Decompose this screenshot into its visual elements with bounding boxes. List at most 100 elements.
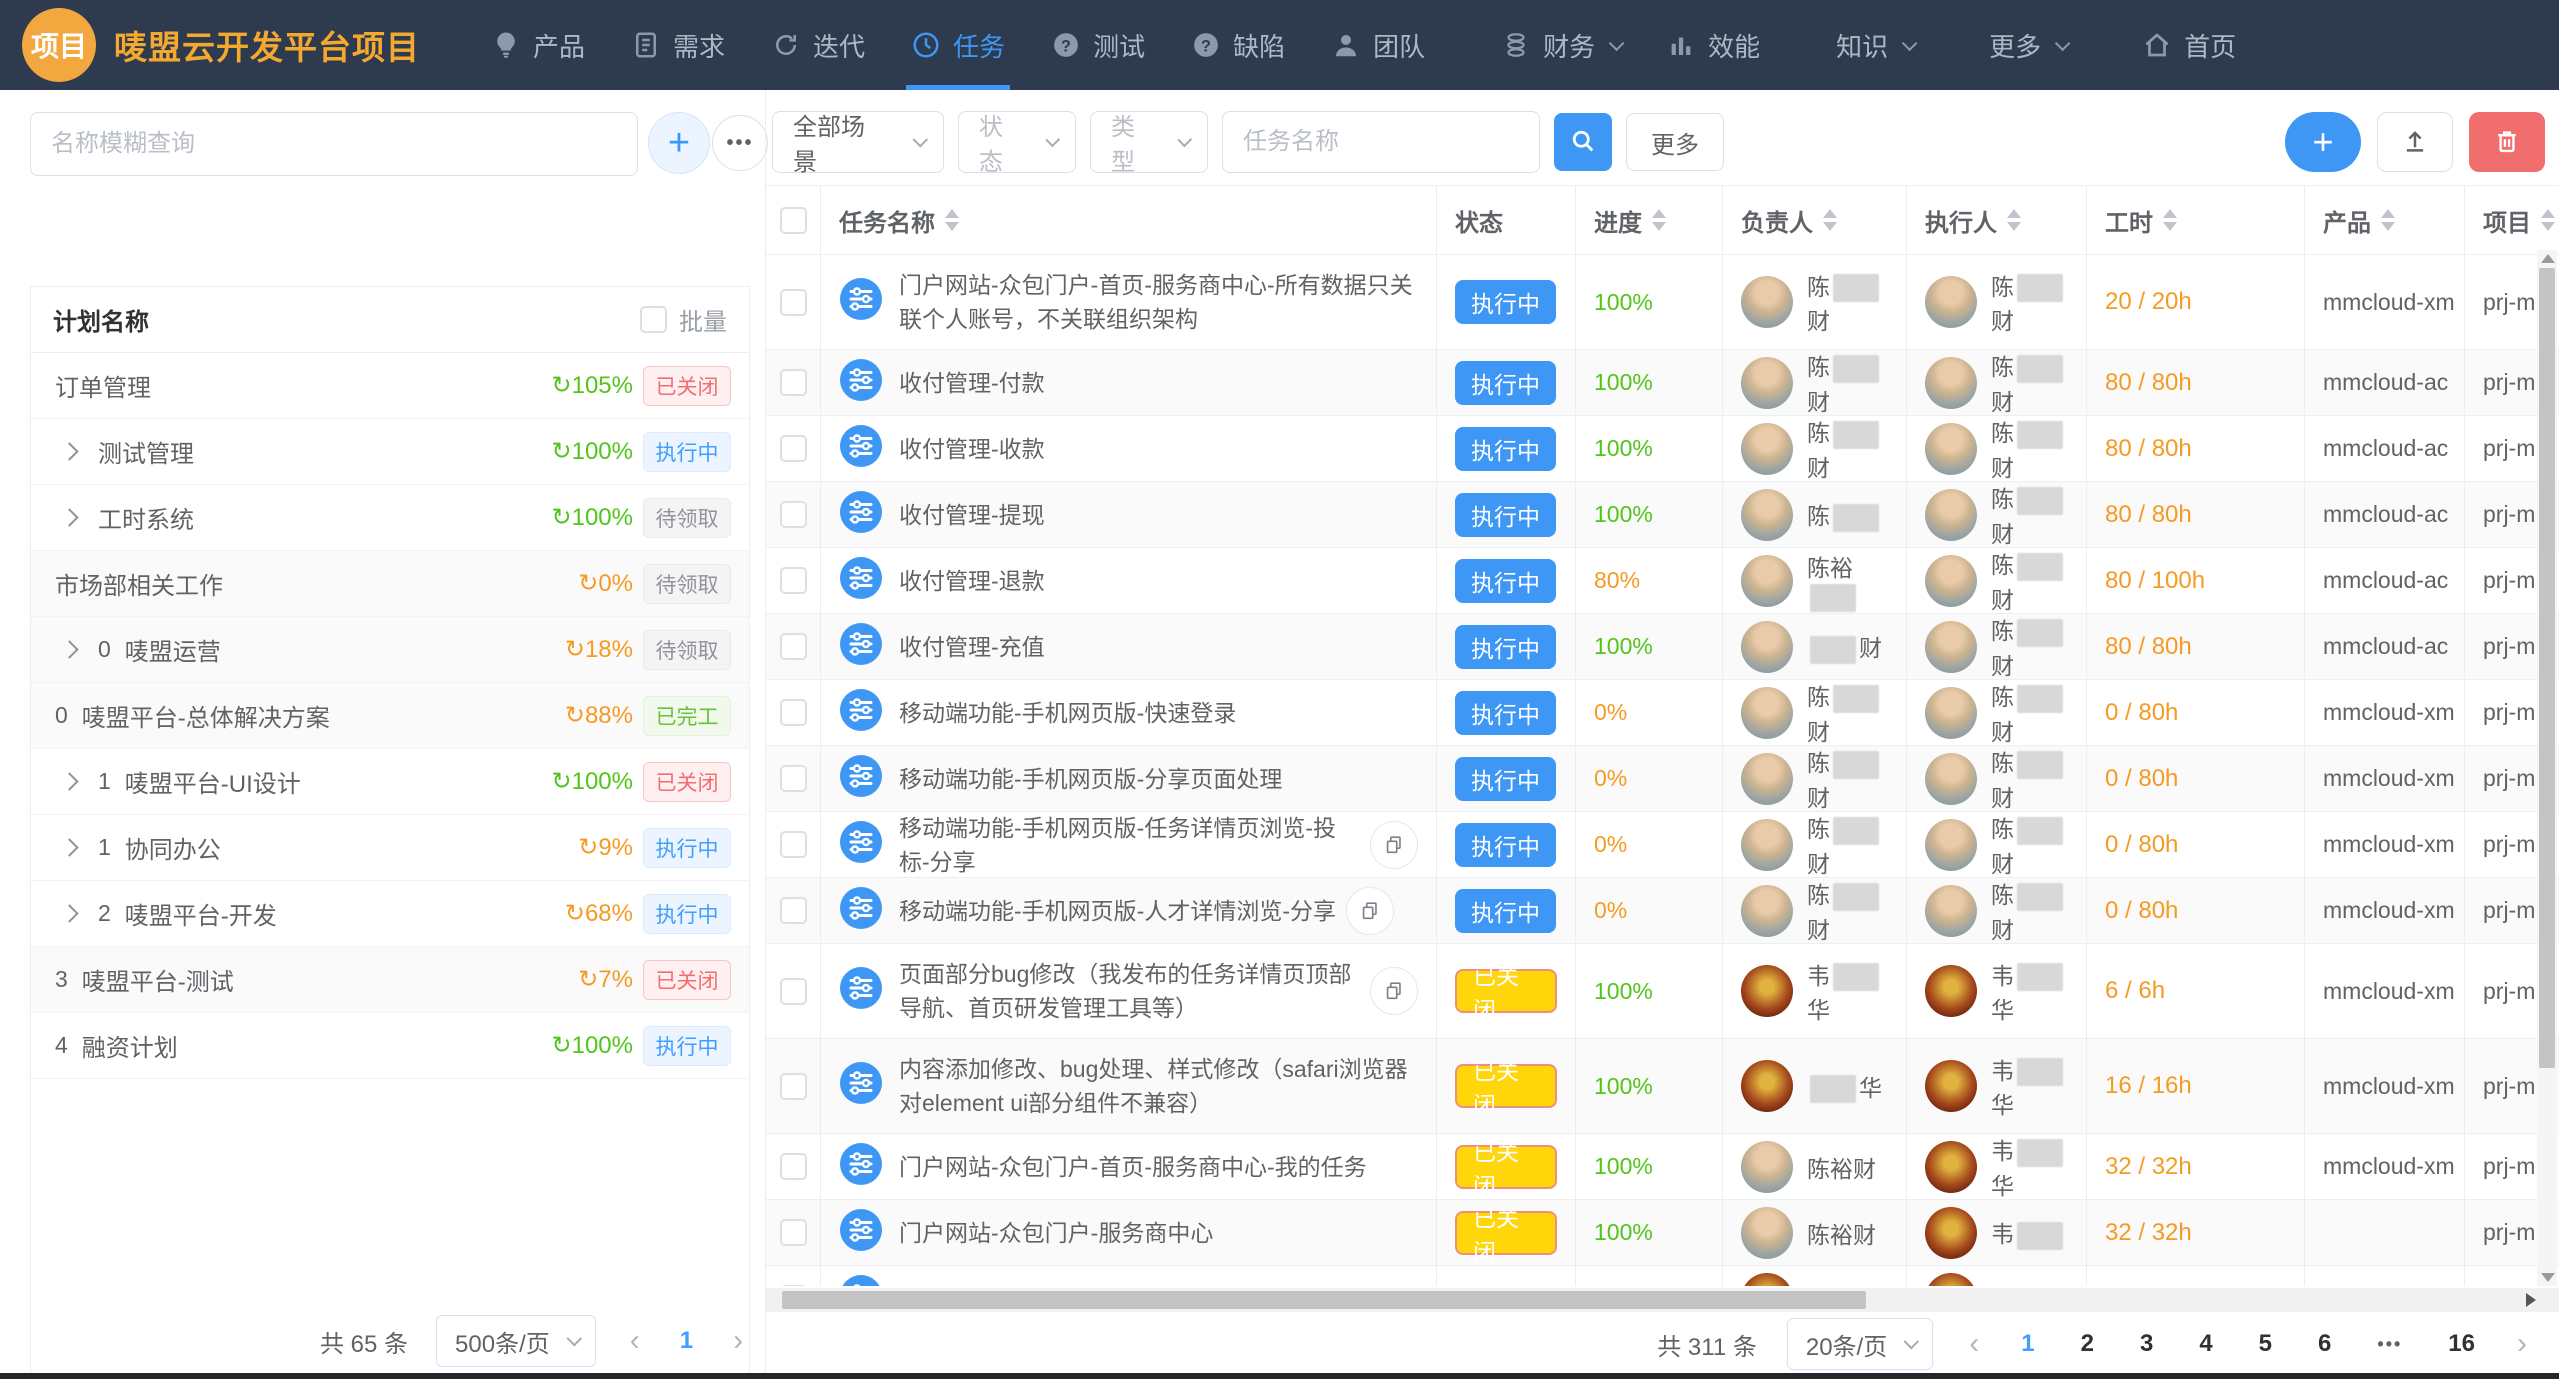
nav-item-more[interactable]: 更多: [1966, 0, 2089, 90]
sort-icon[interactable]: [2541, 209, 2555, 231]
table-row[interactable]: 门户网站-众包门户-首页-服务商中心-我的任务 已关闭 100% 陈裕财: [766, 1134, 2559, 1200]
vertical-scrollbar[interactable]: [2537, 250, 2557, 1286]
nav-item-efficiency[interactable]: 效能: [1643, 0, 1783, 90]
plan-row[interactable]: 工时系统 ↻100% 待领取: [31, 485, 749, 551]
table-row[interactable]: 移动端功能-手机网页版-快速登录 执行中 0% 陈财: [766, 680, 2559, 746]
task-name[interactable]: 移动端功能-手机网页版-分享页面处理: [899, 762, 1282, 796]
column-header[interactable]: 产品: [2305, 186, 2465, 254]
plan-row[interactable]: 1 协同办公 ↻9% 执行中: [31, 815, 749, 881]
next-page-icon[interactable]: ›: [2511, 1327, 2533, 1361]
task-name[interactable]: 移动端功能-手机网页版-任务详情页浏览-投标-分享: [899, 812, 1360, 877]
delete-button[interactable]: [2469, 112, 2545, 172]
page-number[interactable]: 16: [2442, 1330, 2481, 1358]
add-task-button[interactable]: +: [2285, 112, 2361, 172]
column-header[interactable]: 执行人: [1907, 186, 2087, 254]
page-number[interactable]: 4: [2193, 1330, 2218, 1358]
table-row[interactable]: 门户网站-众包门户-服务商中心 已关闭 100% 陈裕财: [766, 1200, 2559, 1266]
row-checkbox[interactable]: [780, 435, 807, 462]
upload-button[interactable]: [2377, 112, 2453, 172]
select-all-checkbox[interactable]: [780, 207, 807, 234]
column-header[interactable]: 状态: [1437, 186, 1576, 254]
task-name-input[interactable]: [1222, 111, 1540, 173]
task-name[interactable]: 收付管理-收款: [899, 432, 1045, 466]
row-checkbox[interactable]: [780, 1073, 807, 1100]
type-select[interactable]: 类型: [1090, 111, 1208, 173]
table-row[interactable]: 移动端功能-手机网页版-任务详情页浏览-投标-分享 执行中 0% 陈财: [766, 812, 2559, 878]
task-name[interactable]: 收付管理-退款: [899, 564, 1045, 598]
vertical-scroll-thumb[interactable]: [2539, 268, 2555, 1068]
table-row[interactable]: 页面部分bug修改（我发布的任务详情页顶部导航、首页研发管理工具等） 已关闭 1…: [766, 944, 2559, 1039]
page-number[interactable]: •••: [2371, 1334, 2408, 1355]
plan-row[interactable]: 0 唛盟平台-总体解决方案 ↻88% 已完工: [31, 683, 749, 749]
table-row[interactable]: 收付管理-充值 执行中 100% 财 陈财: [766, 614, 2559, 680]
page-number[interactable]: 1: [674, 1327, 699, 1355]
column-header[interactable]: 负责人: [1723, 186, 1907, 254]
next-page-icon[interactable]: ›: [727, 1324, 749, 1358]
row-checkbox[interactable]: [780, 765, 807, 792]
add-plan-button[interactable]: +: [648, 112, 710, 174]
table-row[interactable]: 移动端功能-手机网页版-人才详情浏览-分享 执行中 0% 陈财: [766, 878, 2559, 944]
row-checkbox[interactable]: [780, 1219, 807, 1246]
nav-item-home[interactable]: 首页: [2119, 0, 2259, 90]
task-name[interactable]: 收付管理-提现: [899, 498, 1045, 532]
row-checkbox[interactable]: [780, 369, 807, 396]
nav-item-test[interactable]: ? 测试: [1028, 0, 1168, 90]
plan-row[interactable]: 3 唛盟平台-测试 ↻7% 已关闭: [31, 947, 749, 1013]
task-name[interactable]: 门户网站-众包门户-服务商中心: [899, 1216, 1213, 1250]
task-name[interactable]: 收付管理-充值: [899, 630, 1045, 664]
plan-page-size-select[interactable]: 500条/页: [436, 1315, 596, 1367]
row-checkbox[interactable]: [780, 831, 807, 858]
task-name[interactable]: 移动端功能-手机网页版-快速登录: [899, 696, 1236, 730]
column-header[interactable]: 任务名称: [821, 186, 1437, 254]
task-name[interactable]: 内容添加修改、bug处理、样式修改（safari浏览器对element ui部分…: [899, 1052, 1418, 1120]
expand-chevron-icon[interactable]: [60, 640, 78, 658]
table-row[interactable]: 内容添加修改、bug处理、样式修改（safari浏览器对element ui部分…: [766, 1039, 2559, 1134]
sort-icon[interactable]: [945, 209, 959, 231]
batch-checkbox[interactable]: [640, 306, 667, 333]
plan-row[interactable]: 测试管理 ↻100% 执行中: [31, 419, 749, 485]
table-row[interactable]: 收付管理-退款 执行中 80% 陈裕 陈财: [766, 548, 2559, 614]
row-checkbox[interactable]: [780, 1153, 807, 1180]
nav-item-requirement[interactable]: 需求: [608, 0, 748, 90]
nav-item-defect[interactable]: ? 缺陷: [1168, 0, 1308, 90]
more-filters-button[interactable]: 更多: [1626, 113, 1724, 171]
nav-item-finance[interactable]: 财务: [1478, 0, 1643, 90]
plan-row[interactable]: 0 唛盟运营 ↻18% 待领取: [31, 617, 749, 683]
row-checkbox[interactable]: [780, 567, 807, 594]
table-row[interactable]: 收付管理-收款 执行中 100% 陈财 陈财: [766, 416, 2559, 482]
plan-row[interactable]: 4 融资计划 ↻100% 执行中: [31, 1013, 749, 1079]
page-number[interactable]: 1: [2015, 1330, 2040, 1358]
task-name[interactable]: 移动端功能-手机网页版-人才详情浏览-分享: [899, 894, 1336, 928]
status-select[interactable]: 状态: [958, 111, 1076, 173]
nav-item-task[interactable]: 任务: [888, 0, 1028, 90]
task-page-size-select[interactable]: 20条/页: [1787, 1318, 1933, 1370]
plan-search-input[interactable]: [30, 112, 638, 176]
scroll-right-icon[interactable]: [2526, 1293, 2536, 1307]
scroll-up-icon[interactable]: [2541, 254, 2555, 263]
search-button[interactable]: [1554, 113, 1612, 171]
row-checkbox[interactable]: [780, 501, 807, 528]
sort-icon[interactable]: [1652, 209, 1666, 231]
horizontal-scroll-thumb[interactable]: [782, 1291, 1866, 1309]
row-checkbox[interactable]: [780, 897, 807, 924]
copy-button[interactable]: [1370, 821, 1418, 869]
table-row[interactable]: 门户网站-众包门户-首页-服务商中心-所有数据只关联个人账号，不关联组织架构 执…: [766, 255, 2559, 350]
prev-page-icon[interactable]: ‹: [1963, 1327, 1985, 1361]
page-number[interactable]: 2: [2075, 1330, 2100, 1358]
expand-chevron-icon[interactable]: [60, 838, 78, 856]
page-number[interactable]: 3: [2134, 1330, 2159, 1358]
nav-item-team[interactable]: 团队: [1308, 0, 1448, 90]
nav-item-iteration[interactable]: 迭代: [748, 0, 888, 90]
row-checkbox[interactable]: [780, 699, 807, 726]
scene-select[interactable]: 全部场景: [772, 111, 944, 173]
table-row[interactable]: 移动端功能-手机网页版-分享页面处理 执行中 0% 陈财: [766, 746, 2559, 812]
column-header[interactable]: 进度: [1576, 186, 1723, 254]
sort-icon[interactable]: [2163, 209, 2177, 231]
task-name[interactable]: 门户网站-众包门户-首页-服务商中心-所有数据只关联个人账号，不关联组织架构: [899, 268, 1418, 336]
row-checkbox[interactable]: [780, 978, 807, 1005]
task-name[interactable]: 收付管理-付款: [899, 366, 1045, 400]
expand-chevron-icon[interactable]: [60, 904, 78, 922]
plan-row[interactable]: 2 唛盟平台-开发 ↻68% 执行中: [31, 881, 749, 947]
sort-icon[interactable]: [1823, 209, 1837, 231]
sort-icon[interactable]: [2381, 209, 2395, 231]
